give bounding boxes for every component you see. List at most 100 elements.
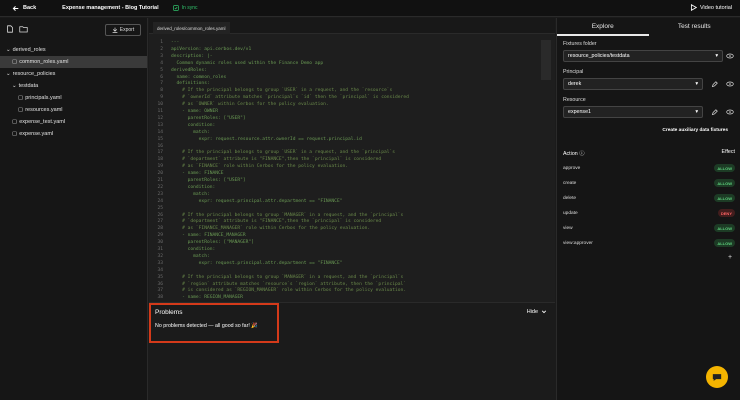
- line-number: 32: [157, 253, 163, 259]
- line-number: 6: [160, 74, 163, 80]
- code-line: # If the principal belongs to group `MAN…: [171, 212, 404, 218]
- code-line: # If the principal belongs to group `USE…: [171, 150, 396, 156]
- effect-badge: ALLOW: [714, 164, 735, 172]
- info-icon[interactable]: ⓘ: [579, 151, 584, 157]
- action-name: create: [563, 180, 577, 186]
- action-row: delete ALLOW: [563, 193, 735, 203]
- tree-file-resources[interactable]: ▢ resources.yaml: [0, 104, 147, 116]
- explore-panel: Explore Test results Fixtures folder res…: [556, 18, 740, 400]
- new-file-icon[interactable]: [6, 25, 14, 33]
- principal-value: derek: [568, 81, 582, 87]
- file-icon: ▢: [12, 131, 18, 137]
- line-number: 35: [157, 274, 163, 280]
- line-number: 28: [157, 226, 163, 232]
- tree-folder-derived-roles[interactable]: ⌄ derived_roles: [0, 44, 147, 56]
- edit-icon[interactable]: [709, 79, 719, 89]
- tree-label: expense_test.yaml: [19, 119, 66, 125]
- line-number: 18: [157, 157, 163, 163]
- create-aux-fixtures-link[interactable]: Create auxiliary data fixtures: [662, 128, 728, 133]
- code-line: - name: OWNER: [171, 109, 219, 114]
- action-name: approve: [563, 165, 581, 171]
- line-number: 9: [160, 95, 163, 101]
- tab-test-results[interactable]: Test results: [649, 18, 740, 36]
- effect-badge: ALLOW: [714, 239, 735, 247]
- code-area[interactable]: 1 --- 2 apiVersion: api.cerbos.dev/v1 3 descr…: [149, 36, 555, 320]
- code-line: parentRoles: ["MANAGER"]: [171, 240, 254, 246]
- tree-folder-resource-policies[interactable]: ⌄ resource_policies: [0, 68, 147, 80]
- fixtures-select[interactable]: resource_policies/testdata ▾: [563, 50, 723, 62]
- chevron-down-icon: [541, 310, 547, 314]
- file-icon: ▢: [18, 107, 24, 113]
- tree-label: testdata: [18, 83, 39, 89]
- principal-select[interactable]: derek ▾: [563, 78, 703, 90]
- principal-label: Principal: [563, 69, 584, 75]
- tree-file-expense-test[interactable]: ▢ expense_test.yaml: [0, 116, 147, 128]
- line-number: 30: [157, 240, 163, 246]
- export-button[interactable]: Export: [105, 24, 141, 36]
- file-icon: ▢: [12, 119, 18, 125]
- tree-file-common-roles[interactable]: ▢ common_roles.yaml: [0, 56, 147, 68]
- code-line: match:: [171, 129, 210, 135]
- code-line: # `department` attribute is "FINANCE",th…: [171, 157, 382, 163]
- tree-label: resource_policies: [12, 71, 56, 77]
- line-number: 1: [160, 40, 163, 45]
- action-name: delete: [563, 195, 577, 201]
- code-line: # as `FINANCE_MANAGER` role within Cerbo…: [171, 226, 371, 232]
- line-number: 14: [157, 129, 163, 135]
- eye-icon[interactable]: [725, 51, 735, 61]
- line-number: 34: [157, 267, 163, 273]
- tab-explore[interactable]: Explore: [557, 18, 649, 36]
- code-line: # If the principal belongs to group `USE…: [171, 88, 393, 94]
- code-line: condition:: [171, 184, 216, 190]
- chat-button[interactable]: [706, 366, 728, 388]
- minimap[interactable]: [541, 40, 551, 80]
- code-line: # If the principal belongs to group `MAN…: [171, 274, 404, 280]
- line-number: 11: [157, 109, 163, 114]
- code-line: parentRoles: ["USER"]: [171, 178, 246, 183]
- line-number: 2: [160, 46, 163, 52]
- action-row: view ALLOW: [563, 223, 735, 233]
- chat-icon: [712, 373, 722, 381]
- resource-select[interactable]: expense1 ▾: [563, 106, 703, 118]
- code-line: # `department` attribute is "FINANCE",th…: [171, 219, 382, 225]
- code-line: - name: FINANCE: [171, 171, 224, 177]
- line-number: 16: [157, 143, 163, 149]
- line-number: 25: [157, 205, 163, 211]
- line-number: 5: [160, 67, 163, 73]
- eye-icon[interactable]: [725, 79, 735, 89]
- code-line: # as `OWNER` within Cerbos for the polic…: [171, 102, 329, 108]
- file-tree: ⌄ derived_roles ▢ common_roles.yaml ⌄ resou…: [0, 44, 147, 140]
- resource-label: Resource: [563, 97, 586, 103]
- tree-file-principals[interactable]: ▢ principals.yaml: [0, 92, 147, 104]
- new-folder-icon[interactable]: [19, 25, 28, 33]
- code-line: - name: FINANCE_MANAGER: [171, 233, 246, 239]
- action-row: create ALLOW: [563, 178, 735, 188]
- code-line: apiVersion: api.cerbos.dev/v1: [171, 46, 252, 52]
- action-row: view:approver ALLOW: [563, 238, 735, 248]
- hide-label: Hide: [526, 309, 538, 315]
- tree-file-expense[interactable]: ▢ expense.yaml: [0, 128, 147, 140]
- eye-icon[interactable]: [725, 107, 735, 117]
- video-label: Video tutorial: [699, 4, 732, 11]
- code-line: description: |-: [171, 53, 213, 59]
- code-line: condition:: [171, 247, 216, 252]
- arrow-left-icon: [12, 5, 19, 11]
- add-action-button[interactable]: +: [725, 252, 735, 262]
- tree-label: principals.yaml: [25, 95, 62, 101]
- edit-icon[interactable]: [709, 107, 719, 117]
- back-button[interactable]: Back: [12, 5, 36, 12]
- line-number: 31: [157, 247, 163, 252]
- file-icon: ▢: [18, 95, 24, 101]
- editor-tab[interactable]: derived_roles/common_roles.yaml: [153, 22, 230, 34]
- code-line: # `region` attribute matches `resource`s…: [171, 281, 407, 287]
- chevron-down-icon: ⌄: [12, 83, 17, 89]
- code-line: # is considered as `REGION_MANAGER` role…: [171, 288, 407, 294]
- actions-header: Action ⓘ Effect: [563, 149, 735, 157]
- panel-tabs: Explore Test results: [557, 18, 740, 36]
- hide-button[interactable]: Hide: [527, 309, 547, 315]
- video-tutorial-button[interactable]: Video tutorial: [690, 4, 732, 11]
- tree-folder-testdata[interactable]: ⌄ testdata: [0, 80, 147, 92]
- line-number: 36: [157, 281, 163, 287]
- chevron-down-icon: ▾: [715, 53, 718, 59]
- line-number: 3: [160, 53, 163, 59]
